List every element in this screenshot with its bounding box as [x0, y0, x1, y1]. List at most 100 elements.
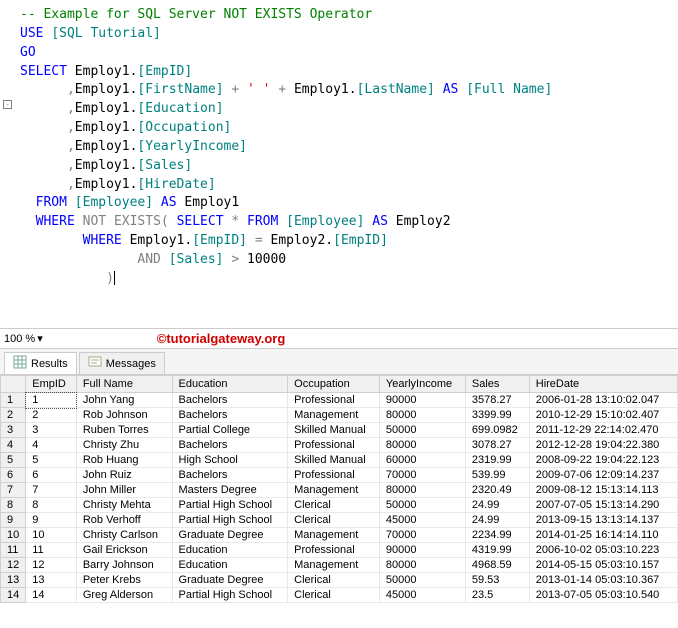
cell[interactable]: 24.99 [465, 513, 529, 528]
cell[interactable]: Skilled Manual [288, 453, 380, 468]
table-row[interactable]: 1414Greg AldersonPartial High SchoolCler… [1, 588, 678, 603]
cell[interactable]: Bachelors [172, 468, 288, 483]
cell[interactable]: Partial College [172, 423, 288, 438]
cell[interactable]: 3078.27 [465, 438, 529, 453]
cell[interactable]: Clerical [288, 588, 380, 603]
cell[interactable]: 2014-01-25 16:14:14.110 [529, 528, 677, 543]
column-header[interactable]: Education [172, 376, 288, 393]
tab-results[interactable]: Results [4, 352, 77, 374]
cell[interactable]: 2234.99 [465, 528, 529, 543]
cell[interactable]: 2013-09-15 13:13:14.137 [529, 513, 677, 528]
cell[interactable]: 3578.27 [465, 393, 529, 408]
table-row[interactable]: 88Christy MehtaPartial High SchoolCleric… [1, 498, 678, 513]
row-number[interactable]: 14 [1, 588, 26, 603]
cell[interactable]: 9 [26, 513, 77, 528]
row-number[interactable]: 10 [1, 528, 26, 543]
cell[interactable]: 1 [26, 393, 77, 408]
cell[interactable]: 50000 [379, 498, 465, 513]
cell[interactable]: 11 [26, 543, 77, 558]
cell[interactable]: 90000 [379, 393, 465, 408]
row-number[interactable]: 12 [1, 558, 26, 573]
cell[interactable]: 23.5 [465, 588, 529, 603]
cell[interactable]: Management [288, 558, 380, 573]
cell[interactable]: 24.99 [465, 498, 529, 513]
cell[interactable]: Professional [288, 393, 380, 408]
cell[interactable]: 45000 [379, 588, 465, 603]
cell[interactable]: Graduate Degree [172, 528, 288, 543]
column-header[interactable]: HireDate [529, 376, 677, 393]
cell[interactable]: Professional [288, 543, 380, 558]
cell[interactable]: 4 [26, 438, 77, 453]
cell[interactable]: John Yang [76, 393, 172, 408]
cell[interactable]: 2011-12-29 22:14:02.470 [529, 423, 677, 438]
table-row[interactable]: 22Rob JohnsonBachelorsManagement80000339… [1, 408, 678, 423]
cell[interactable]: Clerical [288, 498, 380, 513]
cell[interactable]: Gail Erickson [76, 543, 172, 558]
cell[interactable]: Management [288, 408, 380, 423]
table-row[interactable]: 33Ruben TorresPartial CollegeSkilled Man… [1, 423, 678, 438]
cell[interactable]: 2012-12-28 19:04:22.380 [529, 438, 677, 453]
cell[interactable]: Skilled Manual [288, 423, 380, 438]
cell[interactable]: 2320.49 [465, 483, 529, 498]
cell[interactable]: Christy Zhu [76, 438, 172, 453]
cell[interactable]: Education [172, 558, 288, 573]
cell[interactable]: 4319.99 [465, 543, 529, 558]
cell[interactable]: 539.99 [465, 468, 529, 483]
column-header[interactable]: EmpID [26, 376, 77, 393]
table-row[interactable]: 66John RuizBachelorsProfessional70000539… [1, 468, 678, 483]
cell[interactable]: Barry Johnson [76, 558, 172, 573]
cell[interactable]: Bachelors [172, 438, 288, 453]
row-number[interactable]: 6 [1, 468, 26, 483]
zoom-dropdown[interactable]: 100 % ▾ [4, 332, 43, 345]
tab-messages[interactable]: Messages [79, 352, 165, 374]
cell[interactable]: 59.53 [465, 573, 529, 588]
cell[interactable]: 80000 [379, 483, 465, 498]
cell[interactable]: 2010-12-29 15:10:02.407 [529, 408, 677, 423]
table-row[interactable]: 1313Peter KrebsGraduate DegreeClerical50… [1, 573, 678, 588]
sql-editor[interactable]: -- Example for SQL Server NOT EXISTS Ope… [0, 0, 678, 328]
cell[interactable]: 8 [26, 498, 77, 513]
cell[interactable]: 2013-07-05 05:03:10.540 [529, 588, 677, 603]
cell[interactable]: 50000 [379, 423, 465, 438]
cell[interactable]: 80000 [379, 558, 465, 573]
column-header[interactable]: Full Name [76, 376, 172, 393]
cell[interactable]: 7 [26, 483, 77, 498]
row-number[interactable]: 2 [1, 408, 26, 423]
table-row[interactable]: 55Rob HuangHigh SchoolSkilled Manual6000… [1, 453, 678, 468]
table-row[interactable]: 1111Gail EricksonEducationProfessional90… [1, 543, 678, 558]
cell[interactable]: Masters Degree [172, 483, 288, 498]
cell[interactable]: Peter Krebs [76, 573, 172, 588]
cell[interactable]: 2319.99 [465, 453, 529, 468]
cell[interactable]: Partial High School [172, 513, 288, 528]
table-row[interactable]: 99Rob VerhoffPartial High SchoolClerical… [1, 513, 678, 528]
cell[interactable]: 2006-01-28 13:10:02.047 [529, 393, 677, 408]
cell[interactable]: 50000 [379, 573, 465, 588]
cell[interactable]: Professional [288, 438, 380, 453]
cell[interactable]: 2006-10-02 05:03:10.223 [529, 543, 677, 558]
cell[interactable]: Clerical [288, 573, 380, 588]
cell[interactable]: 3399.99 [465, 408, 529, 423]
cell[interactable]: Management [288, 483, 380, 498]
cell[interactable]: 14 [26, 588, 77, 603]
column-header[interactable]: Sales [465, 376, 529, 393]
row-number[interactable]: 9 [1, 513, 26, 528]
cell[interactable]: Bachelors [172, 408, 288, 423]
cell[interactable]: 45000 [379, 513, 465, 528]
cell[interactable]: John Miller [76, 483, 172, 498]
cell[interactable]: Partial High School [172, 498, 288, 513]
row-number[interactable]: 1 [1, 393, 26, 408]
cell[interactable]: 4968.59 [465, 558, 529, 573]
cell[interactable]: Rob Huang [76, 453, 172, 468]
cell[interactable]: 12 [26, 558, 77, 573]
column-header[interactable]: YearlyIncome [379, 376, 465, 393]
cell[interactable]: 10 [26, 528, 77, 543]
cell[interactable]: Professional [288, 468, 380, 483]
cell[interactable]: 6 [26, 468, 77, 483]
cell[interactable]: Christy Carlson [76, 528, 172, 543]
cell[interactable]: 2014-05-15 05:03:10.157 [529, 558, 677, 573]
cell[interactable]: 2013-01-14 05:03:10.367 [529, 573, 677, 588]
cell[interactable]: Greg Alderson [76, 588, 172, 603]
row-number[interactable]: 3 [1, 423, 26, 438]
row-number[interactable]: 7 [1, 483, 26, 498]
cell[interactable]: Partial High School [172, 588, 288, 603]
